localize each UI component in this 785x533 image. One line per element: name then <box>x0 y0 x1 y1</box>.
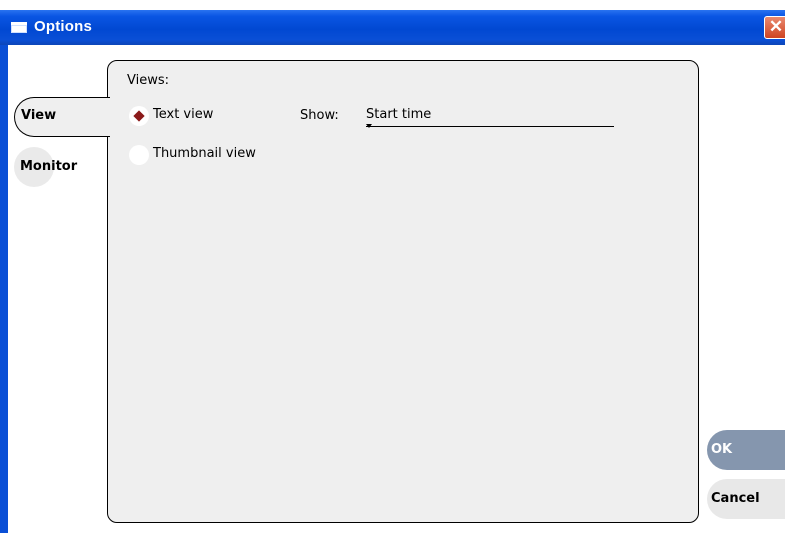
tab-monitor-label[interactable]: Monitor <box>20 159 77 174</box>
window-icon <box>11 22 27 33</box>
tab-view[interactable]: View <box>14 97 110 137</box>
views-label: Views: <box>127 73 170 88</box>
close-icon: ✕ <box>768 17 784 36</box>
close-button[interactable]: ✕ <box>764 16 785 39</box>
ok-button[interactable]: OK <box>707 430 785 470</box>
thumbnail-view-radio[interactable] <box>129 145 149 165</box>
show-select[interactable]: Start time <box>366 107 614 128</box>
tab-joint <box>106 98 110 136</box>
dropdown-arrow-icon <box>366 124 372 128</box>
title-bar: Options ✕ <box>0 10 785 45</box>
cancel-button[interactable]: Cancel <box>707 479 785 519</box>
show-label: Show: <box>300 108 339 123</box>
window-border-left <box>0 45 8 533</box>
show-select-value: Start time <box>366 107 432 122</box>
radio-selected-icon <box>133 110 145 122</box>
tab-view-label: View <box>21 108 57 123</box>
text-view-radio[interactable] <box>129 106 149 126</box>
thumbnail-view-label[interactable]: Thumbnail view <box>153 146 256 161</box>
options-panel <box>107 60 699 523</box>
window-title: Options <box>34 18 93 35</box>
text-view-label[interactable]: Text view <box>153 107 213 122</box>
